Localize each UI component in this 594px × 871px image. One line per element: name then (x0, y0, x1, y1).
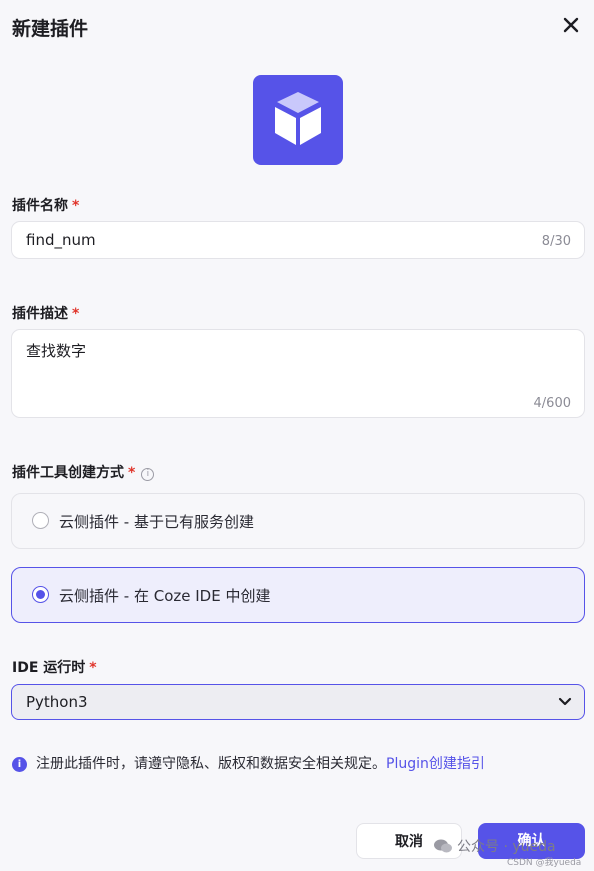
plugin-desc-label: 插件描述 * (12, 303, 79, 323)
plugin-desc-counter: 4/600 (533, 396, 571, 411)
option-existing-service[interactable]: 云侧插件 - 基于已有服务创建 (11, 493, 585, 549)
plugin-desc-label-text: 插件描述 (12, 306, 68, 322)
wechat-icon (434, 839, 452, 853)
required-mark: * (89, 660, 97, 676)
notice-text: 注册此插件时，请遵守隐私、版权和数据安全相关规定。 (36, 756, 386, 772)
plugin-name-counter: 8/30 (541, 234, 571, 249)
option-label: 云侧插件 - 在 Coze IDE 中创建 (59, 587, 271, 605)
plugin-name-value: find_num (26, 231, 96, 249)
plugin-name-label-text: 插件名称 (12, 198, 68, 214)
radio-button[interactable] (32, 512, 49, 529)
create-method-label: 插件工具创建方式 * i (12, 462, 155, 482)
info-icon[interactable]: i (141, 468, 155, 481)
option-label: 云侧插件 - 基于已有服务创建 (59, 513, 254, 531)
new-plugin-dialog: 新建插件 插件名称 * find_num 8/30 插件描述 * 查找数字 4/60… (0, 0, 594, 871)
plugin-name-label: 插件名称 * (12, 195, 79, 215)
close-icon[interactable] (560, 14, 582, 36)
required-mark: * (72, 198, 80, 214)
plugin-guide-link[interactable]: Plugin创建指引 (386, 756, 485, 772)
plugin-desc-value: 查找数字 (26, 342, 87, 360)
watermark-text: 公众号 · yueda (457, 839, 556, 855)
watermark: 公众号 · yueda (433, 836, 556, 856)
create-method-label-text: 插件工具创建方式 (12, 465, 124, 481)
required-mark: * (128, 465, 136, 481)
radio-button-selected[interactable] (32, 586, 49, 603)
required-mark: * (72, 306, 80, 322)
plugin-name-input[interactable]: find_num 8/30 (11, 221, 585, 259)
cube-icon (275, 92, 321, 145)
chevron-down-icon (558, 697, 572, 706)
ide-runtime-label: IDE 运行时 * (12, 657, 97, 677)
compliance-notice: i 注册此插件时，请遵守隐私、版权和数据安全相关规定。Plugin创建指引 (12, 753, 485, 773)
ide-runtime-select[interactable]: Python3 (11, 684, 585, 720)
plugin-logo (253, 75, 343, 165)
plugin-desc-textarea[interactable]: 查找数字 4/600 (11, 329, 585, 418)
dialog-title: 新建插件 (12, 18, 89, 40)
option-coze-ide[interactable]: 云侧插件 - 在 Coze IDE 中创建 (11, 567, 585, 623)
watermark-csdn: CSDN @我yueda (507, 858, 582, 868)
info-filled-icon: i (12, 757, 27, 772)
ide-runtime-value: Python3 (26, 693, 88, 711)
ide-runtime-label-text: IDE 运行时 (12, 660, 86, 676)
